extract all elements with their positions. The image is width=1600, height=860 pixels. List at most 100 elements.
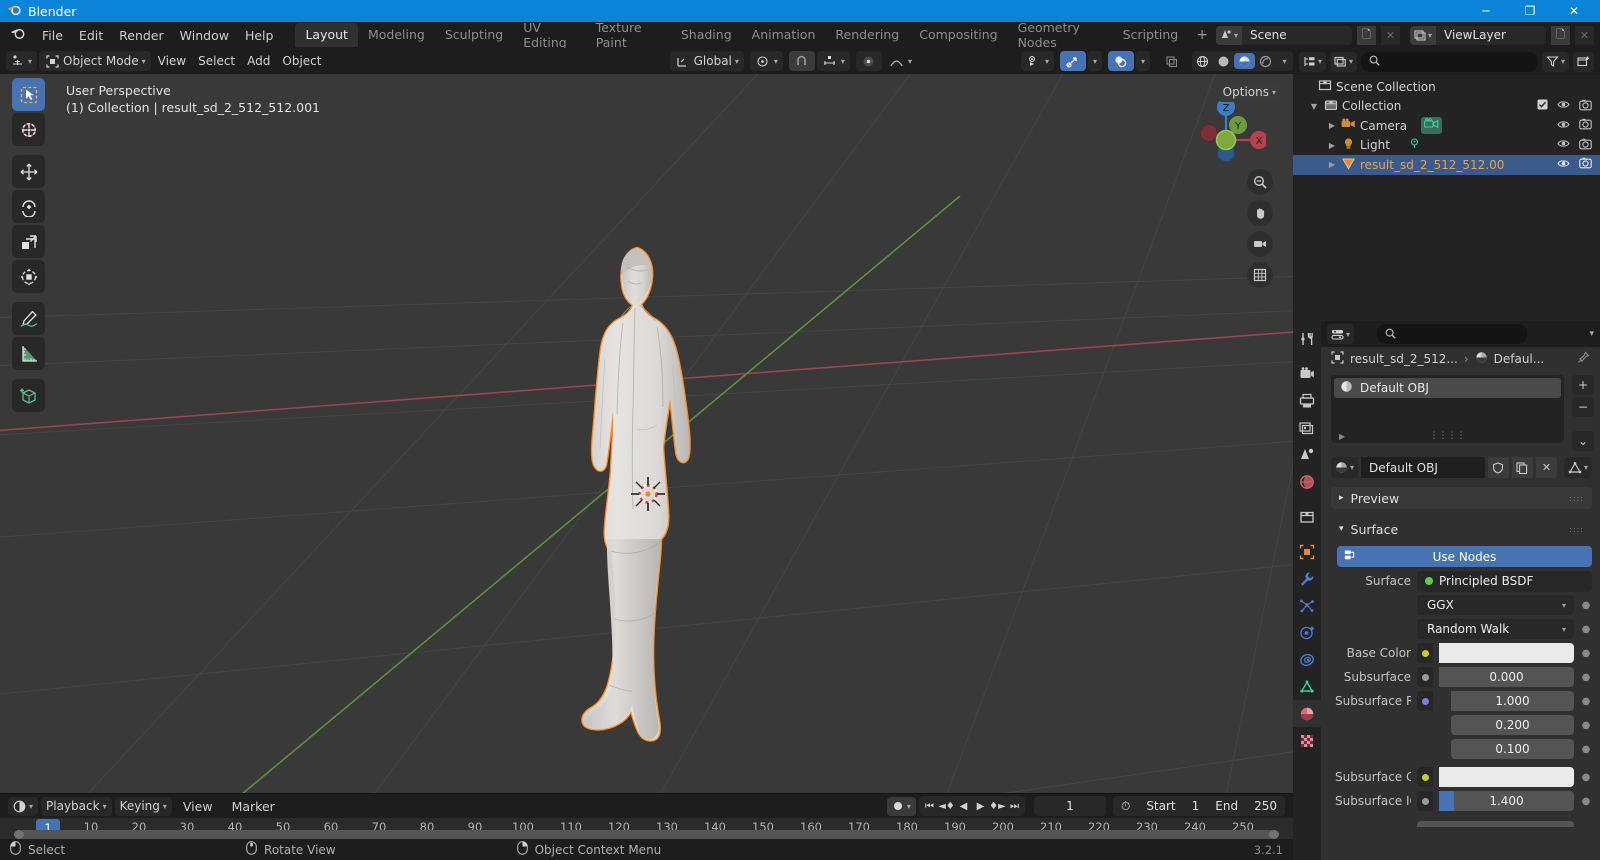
eye-icon[interactable] xyxy=(1557,99,1570,113)
view-layer-selector[interactable]: ▾ ViewLayer xyxy=(1409,25,1546,45)
cursor-tool[interactable] xyxy=(12,113,45,146)
next-keyframe-icon[interactable]: ♦► xyxy=(989,801,1006,812)
base-color-swatch[interactable] xyxy=(1439,643,1574,663)
subsurface-ior-slider[interactable]: 1.400 xyxy=(1439,791,1574,811)
disclosure-triangle-icon[interactable]: ▶ xyxy=(1325,160,1339,169)
tab-scripting[interactable]: Scripting xyxy=(1113,23,1189,47)
texture-tab[interactable] xyxy=(1293,727,1321,754)
node-tree-selector[interactable]: ▾ xyxy=(1563,457,1592,478)
new-scene-icon[interactable]: 🗋 xyxy=(1356,25,1376,45)
maximize-button[interactable]: ❐ xyxy=(1508,0,1552,22)
xray-toggle[interactable] xyxy=(1158,51,1184,71)
subsurface-radius-socket[interactable] xyxy=(1417,691,1433,711)
menu-render[interactable]: Render xyxy=(111,25,172,46)
collection-checkbox[interactable] xyxy=(1537,99,1548,113)
tab-layout[interactable]: Layout xyxy=(295,23,358,47)
eye-icon[interactable] xyxy=(1557,138,1570,152)
particles-tab[interactable] xyxy=(1293,592,1321,619)
use-nodes-button[interactable]: Use Nodes xyxy=(1337,546,1592,567)
tab-shading[interactable]: Shading xyxy=(671,23,742,47)
material-name-field[interactable]: Default OBJ xyxy=(1361,457,1485,478)
tool-tab[interactable] xyxy=(1293,325,1321,352)
current-frame-field[interactable]: 1 xyxy=(1033,796,1106,816)
gizmo-settings[interactable]: ▾ xyxy=(1087,51,1102,71)
timeline-menu-view[interactable]: View xyxy=(175,797,221,816)
end-frame-value[interactable]: 250 xyxy=(1246,799,1285,813)
proportional-editing-toggle[interactable] xyxy=(855,51,882,71)
scene-tab[interactable] xyxy=(1293,441,1321,468)
timeline-scrollbar-track[interactable] xyxy=(18,830,1275,839)
outliner-display-mode-icon[interactable]: ▾ xyxy=(1299,51,1327,72)
new-material-copy-icon[interactable] xyxy=(1511,457,1533,478)
camera-render-icon[interactable] xyxy=(1579,138,1592,153)
scene-selector[interactable]: ▾ Scene xyxy=(1215,25,1352,45)
play-icon[interactable]: ▶ xyxy=(972,801,989,812)
camera-view-icon[interactable] xyxy=(1247,231,1273,257)
unlink-scene-icon[interactable]: ✕ xyxy=(1380,25,1400,45)
constraints-tab[interactable] xyxy=(1293,646,1321,673)
filter-funnel-icon[interactable]: ▾ xyxy=(1541,51,1569,72)
overlays-settings[interactable]: ▾ xyxy=(1135,51,1150,71)
blender-menu-icon[interactable] xyxy=(6,25,34,45)
snap-toggle[interactable] xyxy=(788,51,815,71)
outliner-row-collection[interactable]: ▼ Collection xyxy=(1293,97,1600,117)
unlink-x-icon[interactable]: ✕ xyxy=(1535,457,1557,478)
outliner-search-box[interactable] xyxy=(1361,51,1538,72)
outliner-row-mesh-object[interactable]: ▶ result_sd_2_512_512.00 xyxy=(1293,155,1600,175)
render-tab[interactable] xyxy=(1293,360,1321,387)
animate-property-dot[interactable]: ● xyxy=(1580,672,1592,683)
animate-property-dot[interactable]: ● xyxy=(1580,624,1592,635)
snap-settings[interactable]: ▾ xyxy=(816,51,850,71)
pin-icon[interactable] xyxy=(1577,351,1590,367)
zoom-icon[interactable] xyxy=(1247,169,1273,195)
new-collection-icon[interactable] xyxy=(1573,51,1594,72)
tab-rendering[interactable]: Rendering xyxy=(825,23,909,47)
close-button[interactable]: ✕ xyxy=(1552,0,1596,22)
panel-surface[interactable]: ▾ Surface :::: xyxy=(1331,518,1592,540)
properties-editor-icon[interactable]: ▾ xyxy=(1327,324,1355,344)
properties-search-box[interactable] xyxy=(1377,324,1528,344)
add-cube-tool[interactable] xyxy=(12,379,45,412)
add-material-slot-button[interactable]: + xyxy=(1572,375,1594,395)
light-data-icon[interactable] xyxy=(1408,137,1421,153)
add-workspace-button[interactable]: + xyxy=(1188,24,1216,46)
eye-icon[interactable] xyxy=(1557,119,1570,133)
subsurface-ior-socket[interactable] xyxy=(1417,791,1433,811)
shading-settings-caret[interactable]: ▾ xyxy=(1276,53,1293,69)
object-mode-selector[interactable]: Object Mode ▾ xyxy=(39,51,151,71)
physics-tab[interactable] xyxy=(1293,619,1321,646)
editor-type-icon[interactable]: ▾ xyxy=(6,51,38,71)
move-tool[interactable] xyxy=(12,155,45,188)
material-tab[interactable] xyxy=(1293,700,1321,727)
pivot-point-selector[interactable]: ▾ xyxy=(749,51,783,71)
viewport-menu-view[interactable]: View xyxy=(153,51,191,71)
subsurface-radius-z[interactable]: 0.100 xyxy=(1451,739,1574,759)
animate-property-dot[interactable]: ● xyxy=(1580,720,1592,731)
remove-material-slot-button[interactable]: − xyxy=(1572,397,1594,417)
viewport-menu-select[interactable]: Select xyxy=(193,51,240,71)
jump-to-end-icon[interactable]: ⏭ xyxy=(1006,801,1023,812)
remove-view-layer-icon[interactable]: ✕ xyxy=(1575,25,1594,45)
scrollbar-right-handle[interactable] xyxy=(1269,830,1279,839)
subsurface-color-swatch[interactable] xyxy=(1439,767,1574,787)
panel-preview[interactable]: ▸ Preview :::: xyxy=(1331,487,1592,509)
collection-tab[interactable] xyxy=(1293,503,1321,530)
subsurface-color-socket[interactable] xyxy=(1417,767,1433,787)
prev-keyframe-icon[interactable]: ◄♦ xyxy=(938,801,955,812)
gizmo-toggle[interactable] xyxy=(1059,51,1086,71)
outliner-filter-id-icon[interactable]: ▾ xyxy=(1330,51,1358,72)
rendered-shading-icon[interactable] xyxy=(1255,53,1276,69)
camera-render-icon[interactable] xyxy=(1579,99,1592,114)
new-view-layer-icon[interactable]: 🗋 xyxy=(1551,25,1570,45)
animate-property-dot[interactable]: ● xyxy=(1580,744,1592,755)
viewport-3d[interactable]: User Perspective (1) Collection | result… xyxy=(0,74,1293,793)
menu-file[interactable]: File xyxy=(34,25,71,46)
menu-edit[interactable]: Edit xyxy=(71,25,111,46)
distribution-dropdown[interactable]: GGX ▾ xyxy=(1417,595,1574,615)
timeline-scrollbar[interactable] xyxy=(4,830,1289,839)
transform-tool[interactable] xyxy=(12,260,45,293)
tab-sculpting[interactable]: Sculpting xyxy=(435,23,513,47)
disclosure-triangle-icon[interactable]: ▼ xyxy=(1307,102,1321,111)
menu-help[interactable]: Help xyxy=(237,25,282,46)
timeline-ruler[interactable]: 1 10 20 30 40 50 60 70 80 90 100 110 120… xyxy=(0,818,1293,839)
